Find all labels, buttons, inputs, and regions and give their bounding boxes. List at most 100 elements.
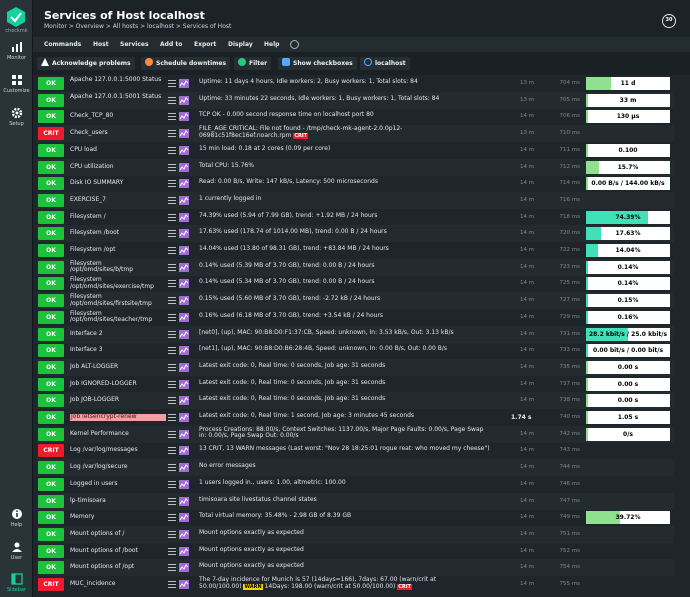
graph-icon[interactable] (179, 513, 189, 523)
menu-icon[interactable] (168, 247, 176, 254)
menu-icon[interactable] (168, 363, 176, 371)
menu-icon[interactable] (168, 564, 176, 572)
graph-icon[interactable] (179, 262, 189, 272)
menu-icon[interactable] (168, 397, 176, 405)
menu-icon[interactable] (168, 581, 176, 588)
graph-icon[interactable] (179, 312, 189, 322)
menu-icon[interactable] (168, 464, 176, 472)
filter-button[interactable]: Filter (234, 57, 272, 70)
service-name-link[interactable]: Filesystem /boot (70, 230, 166, 237)
graph-icon[interactable] (179, 279, 189, 289)
service-name-link[interactable]: Log /var/log/secure (70, 464, 166, 471)
service-name-link[interactable]: Job letsencrypt-renew (70, 413, 166, 421)
sidebar-item-setup[interactable]: Setup (0, 107, 33, 127)
service-name-link[interactable]: Mount options of / (70, 530, 166, 538)
menu-toggle-icon[interactable] (290, 40, 299, 49)
menu-icon[interactable] (168, 313, 176, 321)
menu-add-to[interactable]: Add to (160, 41, 182, 48)
sidebar-item-sidebar[interactable]: Sidebar (0, 573, 33, 593)
service-name-link[interactable]: Disk IO SUMMARY (70, 180, 166, 187)
graph-icon[interactable] (179, 246, 189, 255)
graph-icon[interactable] (179, 580, 189, 589)
service-name-link[interactable]: Filesystem / (70, 213, 166, 221)
graph-icon[interactable] (179, 396, 189, 406)
menu-icon[interactable] (168, 130, 176, 138)
menu-services[interactable]: Services (120, 41, 149, 48)
graph-icon[interactable] (179, 162, 189, 172)
service-name-link[interactable]: CPU load (70, 146, 166, 154)
menu-icon[interactable] (168, 213, 176, 221)
graph-icon[interactable] (179, 346, 189, 356)
menu-icon[interactable] (168, 196, 176, 204)
sidebar-item-help[interactable]: Help (0, 508, 33, 528)
graph-icon[interactable] (179, 479, 189, 489)
service-name-link[interactable]: Logged in users (70, 480, 166, 488)
graph-icon[interactable] (179, 546, 189, 556)
service-name-link[interactable]: Check_users (70, 130, 166, 137)
service-name-link[interactable]: Check_TCP_80 (70, 113, 166, 120)
service-name-link[interactable]: Mount options of /boot (70, 547, 166, 555)
service-name-link[interactable]: Filesystem /opt/omd/sites/exercise/tmp (70, 277, 166, 290)
schedule-downtimes-button[interactable]: Schedule downtimes (141, 57, 231, 70)
graph-icon[interactable] (179, 112, 189, 122)
host-localhost-button[interactable]: localhost (360, 57, 410, 70)
service-name-link[interactable]: Job ALT-LOGGER (70, 363, 166, 371)
menu-icon[interactable] (168, 530, 176, 538)
menu-icon[interactable] (168, 180, 176, 188)
menu-help[interactable]: Help (264, 41, 279, 48)
sidebar-item-user[interactable]: User (0, 541, 33, 561)
service-name-link[interactable]: EXERCISE_7 (70, 196, 166, 204)
graph-icon[interactable] (179, 129, 189, 139)
graph-icon[interactable] (179, 212, 189, 222)
graph-icon[interactable] (179, 95, 189, 105)
service-name-link[interactable]: Job IGNORED-LOGGER (70, 380, 166, 388)
graph-icon[interactable] (179, 413, 189, 422)
menu-icon[interactable] (168, 347, 176, 355)
graph-icon[interactable] (179, 563, 189, 573)
graph-icon[interactable] (179, 362, 189, 372)
service-name-link[interactable]: lp-timisoara (70, 497, 166, 505)
graph-icon[interactable] (179, 145, 189, 155)
menu-icon[interactable] (168, 380, 176, 388)
service-name-link[interactable]: Apache 127.0.0.1:5001 Status (70, 93, 166, 101)
graph-icon[interactable] (179, 79, 189, 88)
graph-icon[interactable] (179, 529, 189, 539)
menu-icon[interactable] (168, 96, 176, 104)
graph-icon[interactable] (179, 195, 189, 205)
menu-export[interactable]: Export (194, 41, 216, 48)
menu-icon[interactable] (168, 146, 176, 154)
menu-icon[interactable] (168, 480, 176, 488)
menu-display[interactable]: Display (228, 41, 253, 48)
graph-icon[interactable] (179, 329, 189, 339)
menu-icon[interactable] (168, 280, 176, 288)
service-name-link[interactable]: Kernel Performance (70, 430, 166, 438)
menu-icon[interactable] (168, 430, 176, 438)
sidebar-item-customize[interactable]: Customize (0, 74, 33, 94)
service-name-link[interactable]: Log /var/log/messages (70, 447, 166, 454)
service-name-link[interactable]: Interface 2 (70, 330, 166, 338)
service-name-link[interactable]: Interface 3 (70, 347, 166, 354)
menu-icon[interactable] (168, 230, 176, 238)
service-name-link[interactable]: Apache 127.0.0.1:5000 Status (70, 76, 166, 84)
graph-icon[interactable] (179, 463, 189, 473)
menu-icon[interactable] (168, 330, 176, 338)
service-name-link[interactable]: Memory (70, 514, 166, 521)
breadcrumb[interactable]: Monitor > Overview > All hosts > localho… (44, 23, 231, 30)
show-checkboxes-button[interactable]: Show checkboxes (278, 57, 357, 70)
refresh-countdown-icon[interactable]: 30 (662, 14, 676, 28)
service-name-link[interactable]: Filesystem /opt/omd/sites/teacher/tmp (70, 310, 166, 324)
menu-icon[interactable] (168, 263, 176, 271)
graph-icon[interactable] (179, 296, 189, 306)
service-name-link[interactable]: Job JOB-LOGGER (70, 397, 166, 404)
service-name-link[interactable]: Mount options of /opt (70, 564, 166, 571)
service-name-link[interactable]: Filesystem /opt (70, 246, 166, 254)
menu-icon[interactable] (168, 547, 176, 555)
menu-host[interactable]: Host (93, 41, 109, 48)
graph-icon[interactable] (179, 446, 189, 456)
acknowledge-problems-button[interactable]: Acknowledge problems (37, 57, 135, 70)
service-name-link[interactable]: Filesystem /opt/omd/sites/firstsite/tmp (70, 293, 166, 307)
menu-icon[interactable] (168, 80, 176, 87)
graph-icon[interactable] (179, 179, 189, 189)
menu-icon[interactable] (168, 514, 176, 522)
graph-icon[interactable] (179, 496, 189, 506)
